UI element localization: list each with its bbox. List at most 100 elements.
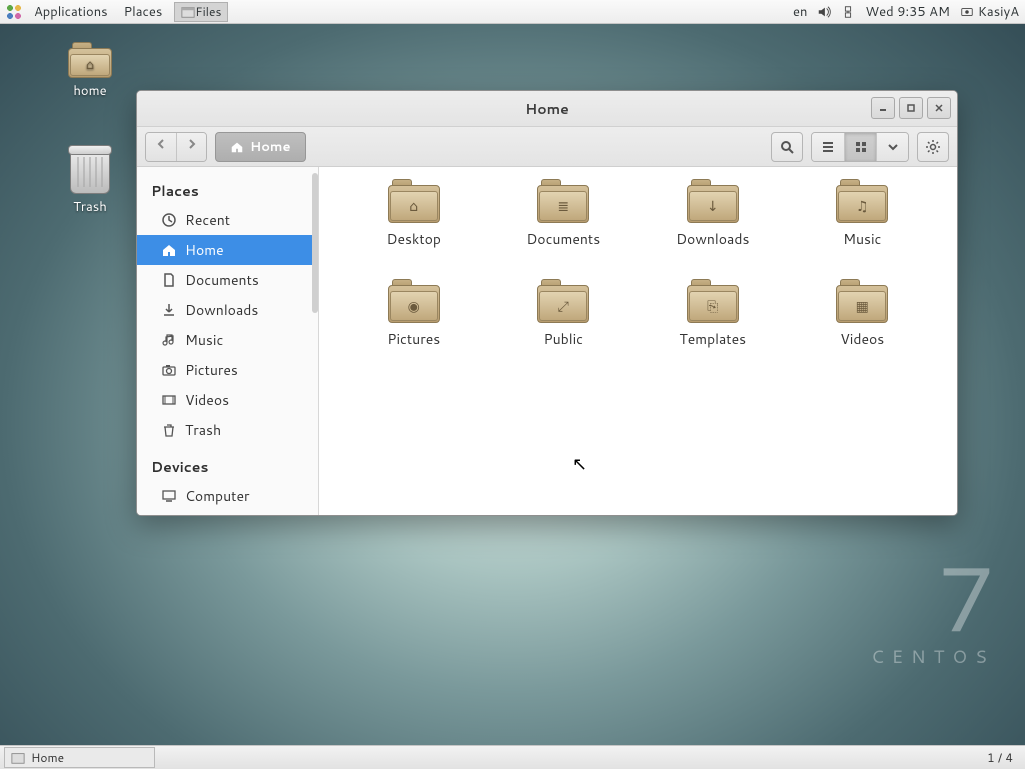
close-button[interactable]	[927, 97, 951, 119]
grid-view-button[interactable]	[844, 133, 876, 161]
applications-menu[interactable]: Applications	[26, 3, 116, 21]
sidebar-item-recent[interactable]: Recent	[137, 205, 318, 235]
sidebar: Places Recent Home Documents Downloads Music…	[137, 167, 319, 515]
sidebar-item-label: Computer	[185, 486, 249, 506]
folder-music[interactable]: ♫ Music	[836, 179, 888, 279]
folder-label: Downloads	[676, 229, 749, 249]
user-menu[interactable]: KasiyA	[960, 3, 1019, 21]
back-button[interactable]	[146, 133, 176, 161]
chevron-down-icon	[887, 141, 899, 153]
sidebar-item-pictures[interactable]: Pictures	[137, 355, 318, 385]
sidebar-item-home[interactable]: Home	[137, 235, 318, 265]
folder-documents[interactable]: ≣ Documents	[526, 179, 600, 279]
folder-label: Documents	[526, 229, 600, 249]
sidebar-item-label: Trash	[185, 420, 221, 440]
list-icon	[821, 140, 835, 154]
file-grid[interactable]: ⌂ Desktop ≣ Documents ↓ Downloads ♫ Music ◉ Pictu…	[319, 167, 957, 515]
folder-downloads[interactable]: ↓ Downloads	[676, 179, 749, 279]
power-icon	[960, 5, 974, 19]
home-icon	[161, 242, 177, 258]
bottom-panel: Home 1 / 4	[0, 745, 1025, 769]
folder-icon: ≣	[537, 179, 589, 223]
folder-icon: ⌂	[68, 42, 112, 78]
clock[interactable]: Wed 9:35 AM	[865, 3, 950, 21]
sidebar-header-places: Places	[137, 175, 318, 205]
home-icon	[230, 140, 244, 154]
clock-icon	[161, 212, 177, 228]
sidebar-item-label: Videos	[185, 390, 229, 410]
sidebar-item-videos[interactable]: Videos	[137, 385, 318, 415]
folder-icon: ⎘	[687, 279, 739, 323]
brand-version: 7	[871, 553, 995, 643]
grid-icon	[854, 140, 868, 154]
network-icon[interactable]	[841, 5, 855, 19]
forward-button[interactable]	[176, 133, 206, 161]
workspace-indicator[interactable]: 1 / 4	[979, 749, 1021, 766]
window-titlebar[interactable]: Home	[137, 91, 957, 127]
doc-icon	[161, 272, 177, 288]
desktop-branding: 7 CENTOS	[871, 553, 995, 669]
pathbar-label: Home	[250, 138, 291, 156]
desktop-icon-label: Trash	[55, 198, 125, 216]
window-title: Home	[525, 99, 569, 119]
taskbar-item-files[interactable]: Files	[174, 2, 228, 22]
trash-icon	[70, 150, 110, 194]
volume-icon[interactable]	[817, 5, 831, 19]
folder-icon: ⌂	[388, 179, 440, 223]
sidebar-item-trash[interactable]: Trash	[137, 415, 318, 445]
search-icon	[779, 139, 795, 155]
file-manager-icon	[181, 5, 195, 19]
folder-label: Public	[543, 329, 583, 349]
file-manager-window: Home Home Places RecentHomeDocumentsDo	[136, 90, 958, 516]
sidebar-item-label: Recent	[185, 210, 230, 230]
desktop-icon-trash[interactable]: Trash	[55, 150, 125, 216]
music-icon	[161, 332, 177, 348]
sidebar-item-computer[interactable]: Computer	[137, 481, 318, 511]
desktop-icon-home[interactable]: ⌂ home	[55, 42, 125, 100]
folder-pictures[interactable]: ◉ Pictures	[387, 279, 440, 379]
brand-name: CENTOS	[871, 643, 995, 669]
sidebar-item-downloads[interactable]: Downloads	[137, 295, 318, 325]
folder-icon: ⤢	[537, 279, 589, 323]
folder-icon: ◉	[388, 279, 440, 323]
folder-videos[interactable]: ▦ Videos	[836, 279, 888, 379]
maximize-button[interactable]	[899, 97, 923, 119]
folder-label: Pictures	[387, 329, 440, 349]
keyboard-layout-indicator[interactable]: en	[793, 3, 807, 21]
sidebar-item-label: Documents	[185, 270, 259, 290]
desktop-icon-label: home	[55, 82, 125, 100]
view-options-button[interactable]	[876, 133, 908, 161]
folder-icon: ♫	[836, 179, 888, 223]
folder-label: Templates	[679, 329, 746, 349]
search-button[interactable]	[771, 132, 803, 162]
folder-label: Videos	[840, 329, 884, 349]
view-switcher	[811, 132, 909, 162]
preferences-button[interactable]	[917, 132, 949, 162]
sidebar-scrollbar[interactable]	[312, 173, 318, 313]
places-menu[interactable]: Places	[116, 3, 171, 21]
minimize-button[interactable]	[871, 97, 895, 119]
window-icon	[11, 751, 25, 765]
sidebar-item-music[interactable]: Music	[137, 325, 318, 355]
sidebar-item-label: Pictures	[185, 360, 238, 380]
top-panel: Applications Places Files en Wed 9:35 AM…	[0, 0, 1025, 24]
down-icon	[161, 302, 177, 318]
folder-public[interactable]: ⤢ Public	[537, 279, 589, 379]
folder-templates[interactable]: ⎘ Templates	[679, 279, 746, 379]
pathbar-home[interactable]: Home	[215, 132, 306, 162]
sidebar-item-documents[interactable]: Documents	[137, 265, 318, 295]
folder-label: Desktop	[387, 229, 441, 249]
folder-icon: ↓	[687, 179, 739, 223]
folder-desktop[interactable]: ⌂ Desktop	[387, 179, 441, 279]
computer-icon	[161, 488, 177, 504]
folder-icon: ▦	[836, 279, 888, 323]
folder-label: Music	[843, 229, 881, 249]
camera-icon	[161, 362, 177, 378]
trash-icon	[161, 422, 177, 438]
taskbar-item-label: Files	[195, 3, 221, 20]
taskbar-button-home[interactable]: Home	[4, 747, 155, 768]
toolbar: Home	[137, 127, 957, 167]
taskbar-button-label: Home	[31, 749, 64, 766]
sidebar-item-label: Downloads	[185, 300, 258, 320]
list-view-button[interactable]	[812, 133, 844, 161]
